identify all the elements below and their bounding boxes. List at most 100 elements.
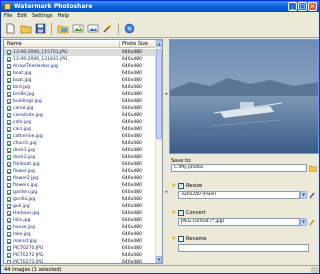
convert-dropdown-arrow[interactable]: ▼ [300,218,307,226]
scroll-up-arrow[interactable]: ▲ [156,40,162,47]
file-row[interactable]: canalside.jpg 640x480 [4,112,156,119]
file-row[interactable]: 13-06-2006_115701.JPG 640x480 [4,49,156,56]
file-size: 640x480 [122,64,142,69]
title-bar[interactable]: Watermark Photoshare _ □ × [1,1,319,12]
file-row[interactable]: boat.jpg 640x480 [4,77,156,84]
resize-grip[interactable] [311,267,318,273]
menu-file[interactable]: File [4,12,12,20]
menu-settings[interactable]: Settings [32,12,53,20]
file-size: 640x480 [122,183,142,188]
file-row[interactable]: 13-06-2006_131831.JPG 640x480 [4,56,156,63]
file-size: 640x480 [122,162,142,167]
help-icon[interactable] [123,22,136,35]
image-back-icon[interactable] [56,22,69,35]
image-file-icon [7,85,11,90]
column-header-name[interactable]: Name [7,41,22,47]
splitter[interactable]: ◂ ◂ [164,39,168,264]
file-size: 640x480 [122,92,142,97]
image-file-icon [7,134,11,139]
file-row[interactable]: dock1.jpg 640x480 [4,147,156,154]
scroll-thumb[interactable] [156,49,162,139]
file-size: 640x480 [122,113,142,118]
file-row[interactable]: hills.jpg 640x480 [4,217,156,224]
file-row[interactable]: flower.jpg 640x480 [4,168,156,175]
file-name: hills.jpg [13,218,31,223]
open-folder-icon[interactable] [19,22,32,35]
convert-edit-icon[interactable] [309,218,316,226]
menu-help[interactable]: Help [58,12,69,20]
file-row[interactable]: gorilla.jpg 640x480 [4,196,156,203]
menu-edit[interactable]: Edit [17,12,27,20]
file-name: canalside.jpg [13,113,43,118]
status-text: 44 images (1 selected) [4,267,62,273]
resize-dropdown-arrow[interactable]: ▼ [300,191,307,199]
convert-select[interactable]: JPEG Format (*.jpg) [178,218,300,226]
rename-field[interactable] [178,244,309,252]
file-row[interactable]: mainst.jpg 640x480 [4,238,156,245]
magic-wand-icon[interactable] [101,22,114,35]
minimize-button[interactable]: _ [288,2,297,11]
star-icon: ★ [171,235,177,242]
file-row[interactable]: PICT0273.JPG 640x480 [4,259,156,263]
file-list-scrollbar[interactable]: ▲ ▼ [155,40,162,263]
file-name: gull.jpg [13,204,30,209]
file-row[interactable]: flower2.jpg 640x480 [4,175,156,182]
image-preview [169,39,319,154]
collapse-left-arrow[interactable]: ◂ [164,189,168,195]
file-row[interactable]: PICT0272.JPG 640x480 [4,252,156,259]
file-row[interactable]: cafe.jpg 640x480 [4,119,156,126]
file-row[interactable]: house.jpg 640x480 [4,224,156,231]
save-icon[interactable] [34,22,47,35]
file-row[interactable]: boat.jpg 640x480 [4,70,156,77]
file-row[interactable]: dock2.jpg 640x480 [4,154,156,161]
toolbar [1,20,319,38]
convert-checkbox[interactable]: ✓ [178,210,184,216]
file-row[interactable]: ArrowTheHarbor.jpg 640x480 [4,63,156,70]
browse-folder-icon[interactable] [308,165,318,173]
close-button[interactable]: × [308,2,317,11]
file-row[interactable]: bird.jpg 640x480 [4,84,156,91]
resize-select[interactable]: 320x240 (Pixel) [178,191,300,199]
scroll-down-arrow[interactable]: ▼ [156,256,162,263]
file-row[interactable]: bridle.jpg 640x480 [4,91,156,98]
save-to-field[interactable]: C:\My photos [171,164,307,172]
new-icon[interactable] [4,22,17,35]
image-file-icon [7,141,11,146]
file-row[interactable]: PICT0270.JPG 640x480 [4,245,156,252]
file-list[interactable]: Name Photo Size 13-06-2006_115701.JPG 640… [3,39,163,264]
file-row[interactable]: church.jpg 640x480 [4,140,156,147]
file-name: PICT0270.JPG [13,246,44,251]
file-name: dock2.jpg [13,155,35,160]
image-file-icon [7,162,11,167]
resize-edit-icon[interactable] [309,191,316,199]
file-row[interactable]: cars.jpg 640x480 [4,126,156,133]
file-row[interactable]: fishboat.jpg 640x480 [4,161,156,168]
file-row[interactable]: flowers.jpg 640x480 [4,182,156,189]
file-row[interactable]: canal.jpg 640x480 [4,105,156,112]
file-row[interactable]: garden.jpg 640x480 [4,189,156,196]
image-folder-icon[interactable] [86,22,99,35]
file-row[interactable]: buildings.jpg 640x480 [4,98,156,105]
file-name: flowers.jpg [13,183,38,188]
image-file-icon [7,176,11,181]
app-icon [4,3,11,10]
image-file-icon [7,260,11,263]
file-name: cars.jpg [13,127,31,132]
file-name: bridle.jpg [13,92,35,97]
file-row[interactable]: gull.jpg 640x480 [4,203,156,210]
image-file-icon [7,246,11,251]
image-file-icon [7,204,11,209]
toolbar-separator [118,22,119,35]
file-size: 640x480 [122,99,142,104]
image-forward-icon[interactable] [71,22,84,35]
file-row[interactable]: Harbour.jpg 640x480 [4,210,156,217]
maximize-button[interactable]: □ [298,2,307,11]
file-row[interactable]: lake.jpg 640x480 [4,231,156,238]
resize-checkbox[interactable]: ✓ [178,183,184,189]
column-header-size[interactable]: Photo Size [122,41,148,47]
star-icon: ★ [171,182,177,189]
file-row[interactable]: catherine.jpg 640x480 [4,133,156,140]
rename-checkbox[interactable] [178,236,184,242]
column-divider[interactable] [119,41,120,47]
collapse-left-arrow[interactable]: ◂ [164,91,168,97]
